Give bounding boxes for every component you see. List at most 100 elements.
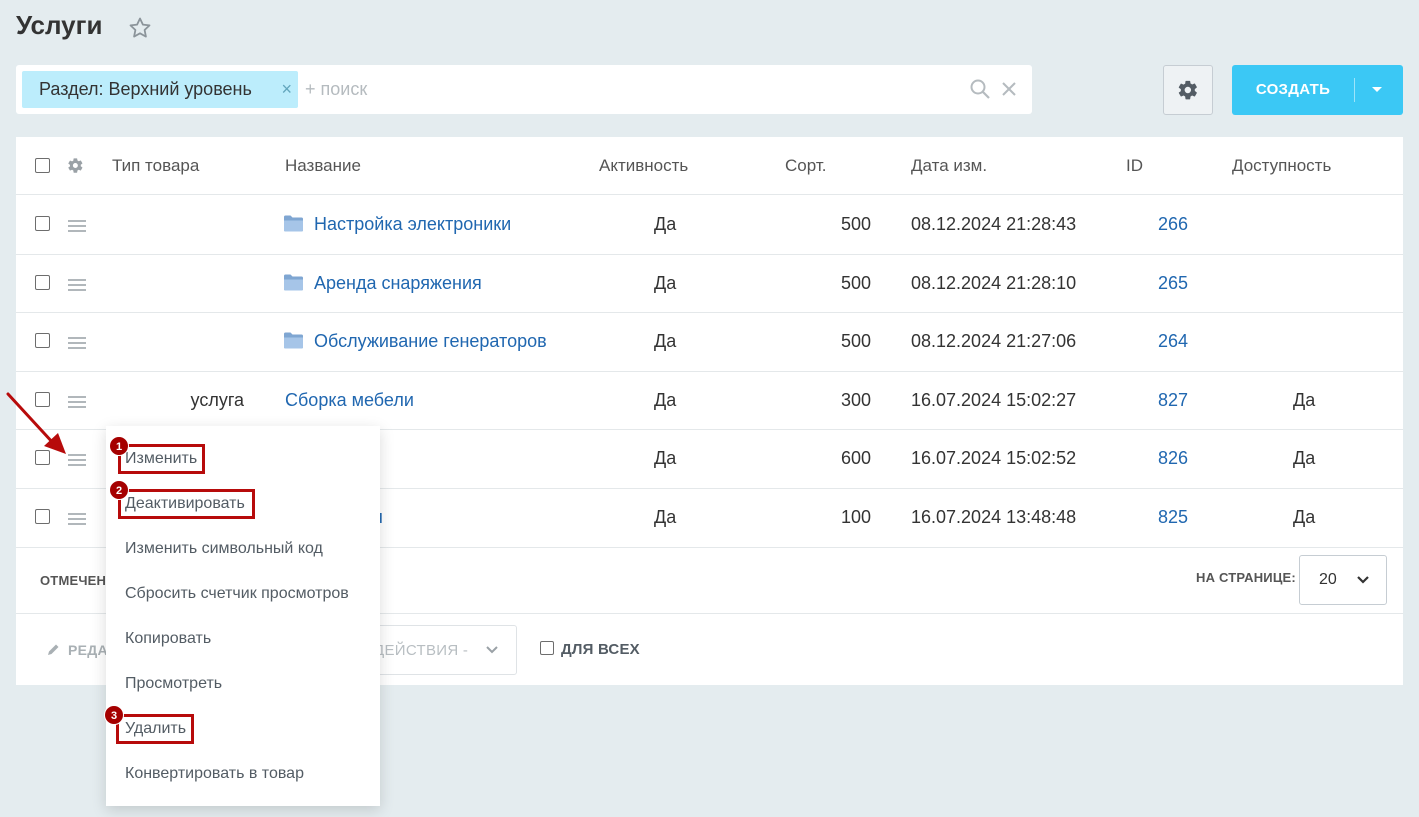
cell-name-link[interactable]: Аренда снаряжения [314, 273, 482, 294]
annotation-arrow-icon [6, 392, 66, 454]
filter-tag-close-icon[interactable]: × [281, 71, 292, 108]
cell-id-link[interactable]: 827 [1158, 390, 1188, 411]
cell-id-link[interactable]: 264 [1158, 331, 1188, 352]
edit-action-button[interactable]: РЕДА [46, 642, 108, 658]
search-icon[interactable] [969, 78, 991, 100]
grid-header: Тип товара Название Активность Сорт. Дат… [16, 137, 1403, 195]
cell-name-link[interactable]: Обслуживание генераторов [314, 331, 547, 352]
cell-id-link[interactable]: 266 [1158, 214, 1188, 235]
cell-active: Да [654, 331, 677, 352]
row-actions-menu-icon[interactable] [68, 395, 86, 408]
folder-icon [284, 274, 303, 291]
cell-availability: Да [1293, 507, 1316, 527]
pencil-icon [48, 644, 59, 655]
column-header-sort[interactable]: Сорт. [785, 156, 826, 176]
cell-date: 16.07.2024 15:02:52 [911, 448, 1077, 469]
row-actions-menu-icon[interactable] [68, 513, 86, 525]
clear-icon[interactable] [999, 79, 1019, 99]
step-number-badge: 1 [109, 436, 129, 456]
cell-active: Да [654, 448, 677, 469]
page-title: Услуги [16, 10, 103, 40]
chevron-down-icon [1357, 576, 1369, 584]
cell-sort: 500 [840, 214, 871, 234]
create-dropdown-caret-icon[interactable] [1372, 87, 1382, 92]
cell-name-link[interactable]: Настройка электроники [314, 214, 511, 235]
marked-count-label: ОТМЕЧЕН [40, 573, 107, 588]
cell-active: Да [654, 272, 677, 293]
cell-date: 08.12.2024 21:27:06 [911, 331, 1077, 352]
table-row[interactable]: Настройка электроники Да 500 08.12.2024 21:… [16, 196, 1403, 255]
row-checkbox[interactable] [35, 333, 50, 349]
cell-date: 08.12.2024 21:28:10 [911, 272, 1077, 293]
search-input[interactable] [305, 73, 945, 106]
actions-select-label: ДЕЙСТВИЯ - [374, 642, 469, 659]
per-page-select[interactable]: 20 [1299, 555, 1387, 605]
row-checkbox[interactable] [35, 216, 50, 231]
column-settings-gear-icon[interactable] [67, 157, 84, 174]
annotation-highlight-box [118, 489, 255, 519]
cell-date: 08.12.2024 21:28:43 [911, 214, 1077, 234]
table-row[interactable]: услуга Сборка мебели Да 300 16.07.2024 15:02… [16, 372, 1403, 431]
step-number-badge: 2 [109, 480, 129, 500]
column-header-id[interactable]: ID [1126, 156, 1143, 176]
cell-sort: 300 [840, 389, 871, 410]
cell-active: Да [654, 507, 677, 527]
create-button[interactable]: СОЗДАТЬ [1232, 65, 1403, 115]
gear-icon [1178, 80, 1197, 100]
row-actions-menu-icon[interactable] [68, 278, 86, 291]
row-checkbox[interactable] [35, 274, 50, 290]
chevron-down-icon [486, 646, 498, 654]
column-header-name[interactable]: Название [285, 156, 361, 176]
menu-item[interactable]: Копировать [125, 630, 211, 648]
row-checkbox[interactable] [35, 509, 50, 524]
annotation-highlight-box [116, 714, 194, 744]
edit-action-label: РЕДА [68, 642, 108, 658]
cell-type: услуга [190, 389, 244, 410]
cell-id-link[interactable]: 265 [1158, 273, 1188, 294]
cell-name-link[interactable]: Сборка мебели [285, 390, 414, 411]
cell-sort: 500 [840, 272, 871, 293]
select-all-checkbox[interactable] [35, 158, 50, 173]
row-actions-menu-icon[interactable] [68, 454, 86, 467]
star-icon[interactable] [128, 16, 152, 40]
menu-item[interactable]: Сбросить счетчик просмотров [125, 585, 349, 603]
menu-item[interactable]: Конвертировать в товар [125, 765, 304, 783]
annotation-highlight-box [118, 444, 205, 474]
menu-item[interactable]: Просмотреть [125, 675, 222, 693]
create-divider [1354, 78, 1355, 102]
for-all-toggle[interactable]: ДЛЯ ВСЕХ [540, 641, 640, 658]
table-row[interactable]: Обслуживание генераторов Да 500 08.12.2024 … [16, 313, 1403, 372]
cell-date: 16.07.2024 13:48:48 [911, 507, 1077, 527]
cell-availability: Да [1293, 389, 1316, 410]
cell-sort: 100 [840, 507, 871, 527]
cell-date: 16.07.2024 15:02:27 [911, 389, 1077, 410]
row-actions-menu-icon[interactable] [68, 337, 86, 350]
menu-item[interactable]: Изменить символьный код [125, 540, 323, 558]
filter-tag[interactable]: Раздел: Верхний уровень × [22, 71, 298, 108]
cell-active: Да [654, 214, 677, 234]
filter-tag-label: Раздел: Верхний уровень [39, 79, 252, 99]
cell-active: Да [654, 389, 677, 410]
for-all-checkbox[interactable] [540, 641, 554, 655]
cell-sort: 500 [840, 331, 871, 352]
cell-sort: 600 [840, 448, 871, 469]
per-page-value: 20 [1319, 571, 1337, 588]
for-all-label: ДЛЯ ВСЕХ [561, 641, 640, 658]
column-header-type[interactable]: Тип товара [112, 156, 199, 176]
cell-availability: Да [1293, 448, 1316, 469]
cell-id-link[interactable]: 826 [1158, 448, 1188, 469]
column-header-date[interactable]: Дата изм. [911, 156, 987, 176]
cell-id-link[interactable]: 825 [1158, 507, 1188, 528]
folder-icon [284, 215, 303, 232]
column-header-active[interactable]: Активность [599, 156, 688, 176]
per-page-label: НА СТРАНИЦЕ: [1196, 570, 1296, 585]
step-number-badge: 3 [104, 705, 124, 725]
create-button-label: СОЗДАТЬ [1255, 81, 1331, 98]
folder-icon [284, 332, 303, 349]
filter-bar: Раздел: Верхний уровень × [16, 65, 1032, 114]
row-context-menu: Изменить 1 Деактивировать 2 Изменить символь… [104, 426, 380, 806]
column-header-availability[interactable]: Доступность [1232, 156, 1331, 176]
row-actions-menu-icon[interactable] [68, 220, 86, 232]
table-row[interactable]: Аренда снаряжения Да 500 08.12.2024 21:28:1… [16, 255, 1403, 314]
settings-button[interactable] [1163, 65, 1213, 115]
